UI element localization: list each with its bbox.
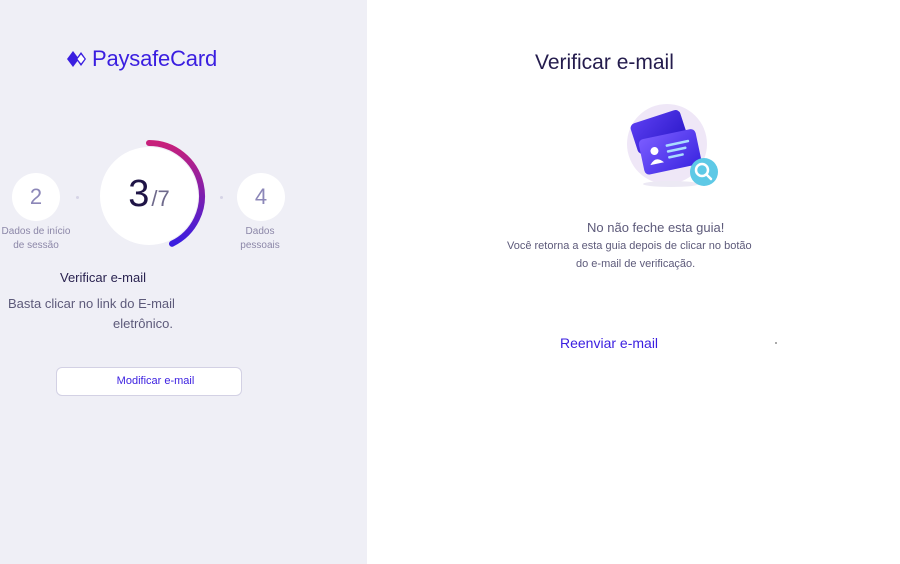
step-next-caption-line2: pessoais — [240, 240, 280, 251]
info-text-line1: Você retorna a esta guia depois de clica… — [507, 240, 752, 252]
step-previous-caption: Dados de início de sessão — [0, 225, 72, 253]
page-title: Verificar e-mail — [535, 51, 674, 74]
step-current: 3 / 7 — [100, 147, 198, 245]
step-connector-dot — [220, 196, 223, 199]
paysafecard-logo-icon — [67, 51, 86, 67]
brand-name: PaysafeCard — [92, 46, 217, 71]
step-next-caption: Dados pessoais — [222, 225, 298, 253]
step-previous-caption-line2: de sessão — [13, 240, 59, 251]
left-panel: PaysafeCard 2 Dados de início de sessão … — [0, 0, 367, 564]
decorative-dot — [775, 342, 777, 344]
step-next-caption-line1: Dados — [245, 226, 275, 237]
right-panel: Verificar e-mail No não feche esta guia!… — [367, 0, 900, 564]
step-next: 4 — [237, 173, 285, 221]
resend-email-button[interactable]: Reenviar e-mail — [560, 335, 658, 351]
warning-text: No não feche esta guia! — [587, 220, 725, 235]
step-previous-number: 2 — [29, 184, 43, 209]
step-previous-caption-line1: Dados de início — [1, 226, 71, 237]
email-verification-card-icon — [627, 104, 718, 187]
step-next-number: 4 — [254, 184, 268, 209]
step-title: Verificar e-mail — [60, 270, 146, 285]
step-total: 7 — [157, 186, 170, 211]
step-previous: 2 — [12, 173, 60, 221]
info-text-line2: do e-mail de verificação. — [576, 258, 696, 270]
step-current-number: 3 — [128, 173, 150, 215]
step-connector-dot — [76, 196, 79, 199]
brand-logo[interactable]: PaysafeCard — [66, 46, 217, 72]
step-description-line2: eletrônico. — [113, 316, 173, 331]
modify-email-button[interactable]: Modificar e-mail — [56, 367, 242, 396]
step-description-line1: Basta clicar no link do E-mail — [8, 296, 175, 311]
